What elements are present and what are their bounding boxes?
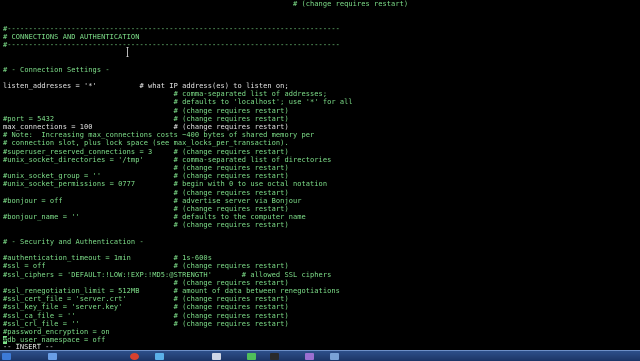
editor-line[interactable]: # (change requires restart) (3, 189, 289, 197)
editor-line[interactable]: #ssl = off # (change requires restart) (3, 262, 289, 270)
terminal-icon[interactable] (270, 353, 279, 360)
editor-line[interactable]: listen_addresses = '*' # what IP address… (3, 82, 289, 90)
monitor-icon[interactable] (212, 353, 221, 360)
media-icon[interactable] (305, 353, 314, 360)
settings-icon[interactable] (330, 353, 339, 360)
editor-line[interactable]: # defaults to 'localhost'; use '*' for a… (3, 98, 353, 106)
editor-line[interactable]: # (change requires restart) (3, 107, 289, 115)
editor-line[interactable]: #unix_socket_directories = '/tmp' # comm… (3, 156, 331, 164)
editor-line[interactable]: # (change requires restart) (3, 0, 408, 8)
editor-line[interactable]: #ssl_ca_file = '' # (change requires res… (3, 312, 289, 320)
editor-line[interactable]: max_connections = 100 # (change requires… (3, 123, 289, 131)
editor-line[interactable]: # comma-separated list of addresses; (3, 90, 327, 98)
editor-line[interactable]: # connection slot, plus lock space (see … (3, 139, 289, 147)
editor-line[interactable]: # Note: Increasing max_connections costs… (3, 131, 314, 139)
editor-line[interactable]: #authentication_timeout = 1min # 1s-600s (3, 254, 212, 262)
editor-line[interactable]: #ssl_renegotiation_limit = 512MB # amoun… (3, 287, 340, 295)
editor-line[interactable]: #bonjour = off # advertise server via Bo… (3, 197, 302, 205)
editor-line[interactable]: #bonjour_name = '' # defaults to the com… (3, 213, 306, 221)
editor-line[interactable]: #ssl_cert_file = 'server.crt' # (change … (3, 295, 289, 303)
editor-line[interactable]: #ssl_crl_file = '' # (change requires re… (3, 320, 289, 328)
editor-line[interactable]: #password_encryption = on (3, 328, 110, 336)
text-cursor-icon (126, 47, 129, 57)
editor-line[interactable]: #unix_socket_permissions = 0777 # begin … (3, 180, 327, 188)
editor-line[interactable]: #unix_socket_group = '' # (change requir… (3, 172, 289, 180)
editor-line[interactable]: #superuser_reserved_connections = 3 # (c… (3, 148, 289, 156)
editor-line[interactable]: #---------------------------------------… (3, 41, 340, 49)
app-icon[interactable] (247, 353, 256, 360)
editor-line[interactable]: # (change requires restart) (3, 221, 289, 229)
editor-line[interactable]: # (change requires restart) (3, 205, 289, 213)
terminal-window[interactable]: # (change requires restart) #------------… (0, 0, 640, 350)
editor-line[interactable]: # - Security and Authentication - (3, 238, 144, 246)
editor-line[interactable]: #port = 5432 # (change requires restart) (3, 115, 289, 123)
editor-line[interactable]: # (change requires restart) (3, 164, 289, 172)
start-icon[interactable] (2, 353, 11, 360)
editor-line[interactable]: #ssl_key_file = 'server.key' # (change r… (3, 303, 289, 311)
editor-line[interactable]: # CONNECTIONS AND AUTHENTICATION (3, 33, 139, 41)
editor-line[interactable]: # - Connection Settings - (3, 66, 110, 74)
window-icon[interactable] (155, 353, 164, 360)
editor-line[interactable]: #---------------------------------------… (3, 25, 340, 33)
folder-icon[interactable] (48, 353, 57, 360)
browser-icon[interactable] (130, 353, 139, 360)
editor-line[interactable]: # (change requires restart) (3, 279, 289, 287)
taskbar (0, 350, 640, 361)
editor-line[interactable]: #ssl_ciphers = 'DEFAULT:!LOW:!EXP:!MD5:@… (3, 271, 331, 279)
